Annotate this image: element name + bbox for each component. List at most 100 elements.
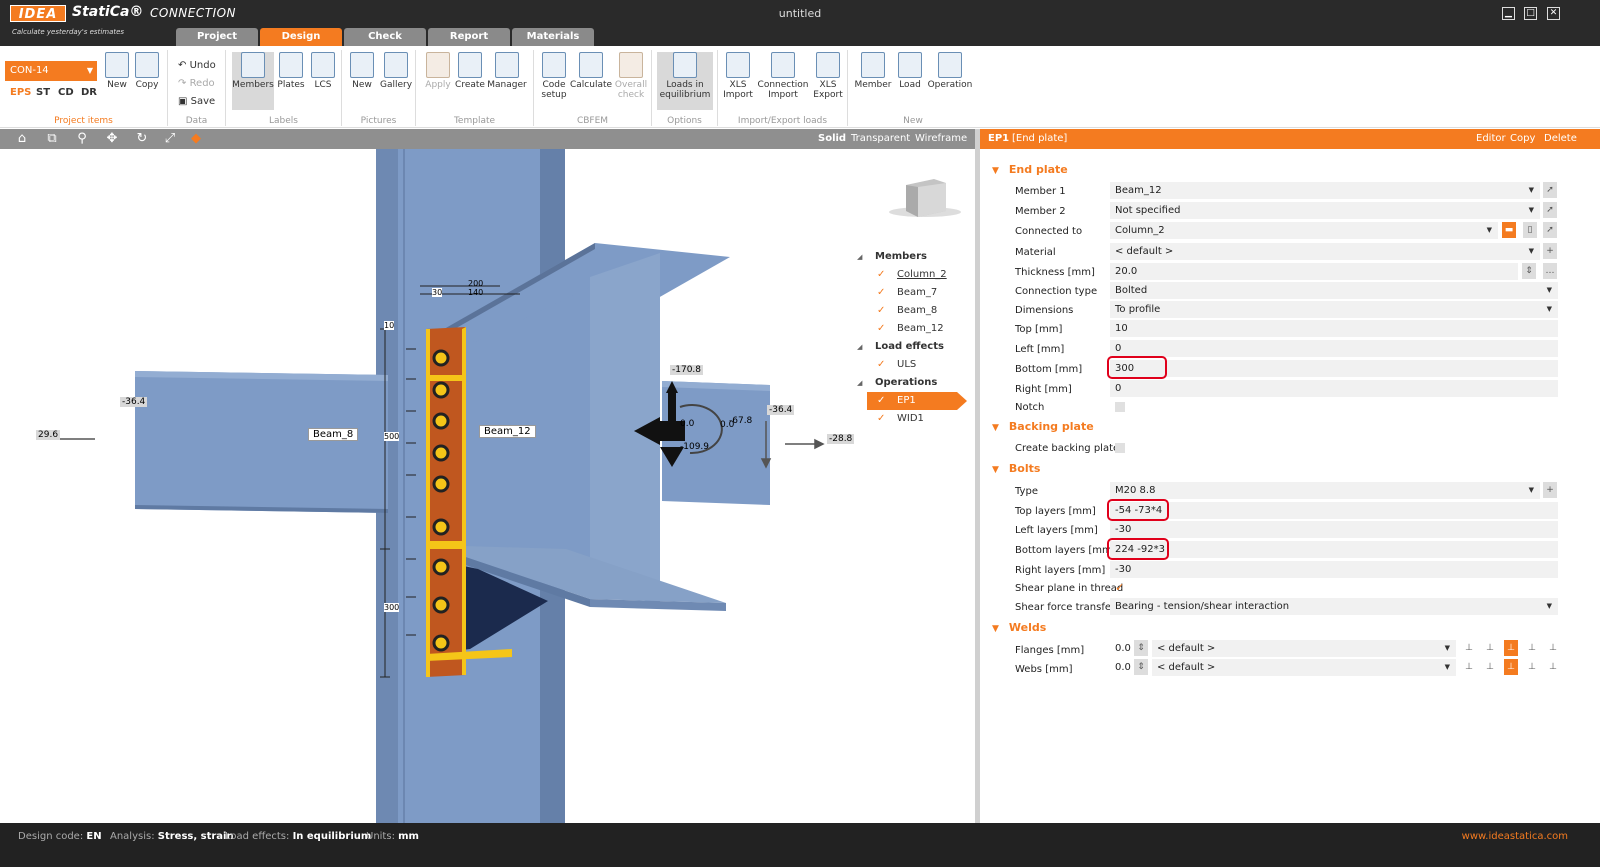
label-beam-8[interactable]: Beam_8 [308,428,359,441]
pan-icon[interactable]: ✥ [104,131,120,147]
notch-checkbox[interactable] [1115,402,1125,412]
bottom-layers-input[interactable]: 224 -92*3 [1110,541,1558,558]
weld-type-double-icon[interactable]: ⊥ [1483,659,1497,675]
tab-materials[interactable]: Materials [512,28,594,46]
mode-solid[interactable]: Solid [818,133,846,144]
material-select[interactable]: < default > [1110,243,1540,260]
labels-plates-button[interactable]: Plates [274,52,308,90]
tree-item-uls[interactable]: ✓ ULS [855,356,965,374]
fit-view-icon[interactable]: ⤢ [162,131,178,147]
mode-wireframe[interactable]: Wireframe [915,133,967,144]
weld-type-right-icon[interactable]: ⊥ [1546,659,1560,675]
connected-to-select[interactable]: Column_2 [1110,222,1498,239]
member2-select[interactable]: Not specified [1110,202,1540,219]
dimensions-select[interactable]: To profile [1110,301,1558,318]
tree-item-ep1[interactable]: ✓ EP1 [867,392,967,410]
add-material-icon[interactable]: + [1543,243,1557,259]
pick-member1-icon[interactable]: ➚ [1543,182,1557,198]
shear-plane-checkbox[interactable]: ✓ [1115,582,1125,593]
save-button[interactable]: ▣ Save [178,96,215,107]
create-backing-plate-checkbox[interactable] [1115,443,1125,453]
calculate-button[interactable]: Calculate [570,52,612,90]
weld-type-left-icon[interactable]: ⊥ [1525,640,1539,656]
weld-type-both-icon[interactable]: ⊥ [1504,640,1518,656]
connected-web-icon[interactable]: ▯ [1523,222,1537,238]
copy-operation-button[interactable]: Copy [1510,129,1535,149]
shear-force-transfer-select[interactable]: Bearing - tension/shear interaction [1110,598,1558,615]
code-setup-button[interactable]: Code setup [536,52,572,100]
view-st[interactable]: ST [36,87,50,98]
connection-type-select[interactable]: Bolted [1110,282,1558,299]
member1-select[interactable]: Beam_12 [1110,182,1540,199]
close-button[interactable]: ✕ [1547,7,1560,20]
loads-in-equilibrium-button[interactable]: Loads in equilibrium [657,52,713,110]
add-bolt-icon[interactable]: + [1543,482,1557,498]
labels-lcs-button[interactable]: LCS [306,52,340,90]
weld-type-fillet-icon[interactable]: ⊥ [1462,659,1476,675]
template-create-button[interactable]: Create [452,52,488,90]
view-dr[interactable]: DR [81,87,97,98]
section-bolts[interactable]: Bolts [992,462,1041,475]
weld-type-both-icon[interactable]: ⊥ [1504,659,1518,675]
weld-type-double-icon[interactable]: ⊥ [1483,640,1497,656]
delete-operation-button[interactable]: Delete [1544,129,1577,149]
template-apply-button[interactable]: Apply [420,52,456,90]
weld-type-fillet-icon[interactable]: ⊥ [1462,640,1476,656]
view-cube[interactable] [889,179,961,217]
zoom-window-icon[interactable]: ⧉ [44,131,60,147]
maximize-button[interactable]: □ [1524,7,1537,20]
minimize-button[interactable]: ▁ [1502,7,1515,20]
pick-connected-icon[interactable]: ➚ [1543,222,1557,238]
weld-type-left-icon[interactable]: ⊥ [1525,659,1539,675]
thickness-stepper-icon[interactable]: ⇕ [1522,263,1536,279]
eraser-icon[interactable]: ◆ [188,131,204,147]
checkbox-icon[interactable]: ✓ [877,392,885,410]
new-operation-button[interactable]: Operation [926,52,974,90]
editor-button[interactable]: Editor [1476,129,1506,149]
checkbox-icon[interactable]: ✓ [877,410,885,428]
connection-import-button[interactable]: Connection Import [756,52,810,100]
tree-item-column-2[interactable]: ✓ Column_2 [855,266,965,284]
pick-member2-icon[interactable]: ➚ [1543,202,1557,218]
connected-flange-icon[interactable]: ▬ [1502,222,1516,238]
thickness-more-icon[interactable]: … [1543,263,1557,279]
undo-button[interactable]: ↶ Undo [178,60,216,71]
section-welds[interactable]: Welds [992,621,1046,634]
tree-item-beam-8[interactable]: ✓ Beam_8 [855,302,965,320]
view-eps[interactable]: EPS [10,87,31,98]
tree-load-effects-header[interactable]: Load effects [855,338,965,356]
top-layers-input[interactable]: -54 -73*4 [1110,502,1558,519]
left-layers-input[interactable]: -30 [1110,521,1558,538]
right-layers-input[interactable]: -30 [1110,561,1558,578]
overall-check-button[interactable]: Overall check [612,52,650,100]
tab-design[interactable]: Design [260,28,342,46]
top-input[interactable]: 10 [1110,320,1558,337]
label-beam-12[interactable]: Beam_12 [479,425,536,438]
webs-weld-material[interactable]: < default > [1152,659,1456,676]
tree-operations-header[interactable]: Operations [855,374,965,392]
template-manager-button[interactable]: Manager [486,52,528,90]
bolt-type-select[interactable]: M20 8.8 [1110,482,1540,499]
tab-project[interactable]: Project [176,28,258,46]
thickness-input[interactable]: 20.0 [1110,263,1518,280]
picture-new-button[interactable]: New [344,52,380,90]
checkbox-icon[interactable]: ✓ [877,320,885,338]
section-backing-plate[interactable]: Backing plate [992,420,1094,433]
checkbox-icon[interactable]: ✓ [877,266,885,284]
tree-item-beam-12[interactable]: ✓ Beam_12 [855,320,965,338]
labels-members-button[interactable]: Members [232,52,274,110]
3d-viewport[interactable]: Beam_8 Beam_12 200 140 30 10 500 300 -36… [0,149,975,823]
checkbox-icon[interactable]: ✓ [877,284,885,302]
tab-check[interactable]: Check [344,28,426,46]
flanges-weld-stepper-icon[interactable]: ⇕ [1134,640,1148,656]
gallery-button[interactable]: Gallery [378,52,414,90]
xls-export-button[interactable]: XLS Export [810,52,846,100]
copy-item-button[interactable]: Copy [128,52,166,90]
home-icon[interactable]: ⌂ [14,131,30,147]
new-load-button[interactable]: Load [892,52,928,90]
website-link[interactable]: www.ideastatica.com [1462,823,1568,850]
section-end-plate[interactable]: End plate [992,163,1068,176]
view-cd[interactable]: CD [58,87,74,98]
checkbox-icon[interactable]: ✓ [877,302,885,320]
bottom-input[interactable]: 300 [1110,360,1558,377]
